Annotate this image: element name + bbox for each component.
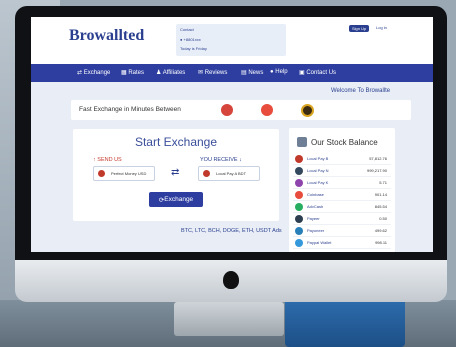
contact-line: Contact xyxy=(180,27,194,32)
crypto-ticker: BTC, LTC, BCH, DOGE, ETH, USDT Ads xyxy=(181,228,282,234)
stock-title: Our Stock Balance xyxy=(311,138,378,147)
signup-button[interactable]: Sign Up xyxy=(349,25,370,32)
nav-label: Rates xyxy=(128,70,145,76)
banner-text: Fast Exchange in Minutes Between xyxy=(79,106,181,113)
payment-icon xyxy=(295,239,303,247)
stock-balance-panel: Our Stock Balance Local Pay B 57,812.76 … xyxy=(289,128,395,252)
nav-label: Reviews xyxy=(204,70,228,76)
send-label: ↑ SEND US xyxy=(93,157,122,163)
nav-help[interactable]: ● Help xyxy=(270,69,288,75)
monitor-stand xyxy=(174,302,284,336)
stock-row: Paypal Wallet 998.11 xyxy=(293,238,391,249)
exchange-title: Start Exchange xyxy=(134,135,218,149)
exchange-card: Start Exchange ↑ SEND US YOU RECEIVE ↓ P… xyxy=(73,129,279,221)
receive-currency-select[interactable]: Local Pay A BDT xyxy=(198,166,260,181)
stock-row: Coinbase 901.14 xyxy=(293,190,391,201)
nav-label: Contact Us xyxy=(306,70,337,76)
currency-icon xyxy=(203,170,210,177)
contact-info-box: Contact ● +8801xxx Today is Friday xyxy=(176,24,286,56)
receive-currency-value: Local Pay A BDT xyxy=(216,171,247,176)
stock-value: 499.62 xyxy=(374,228,387,233)
send-currency-value: Perfect Money USD xyxy=(111,171,147,176)
payment-icon xyxy=(295,203,303,211)
stock-row: Payoneer 499.62 xyxy=(293,226,391,237)
payment-icon xyxy=(295,227,303,235)
send-currency-select[interactable]: Perfect Money USD xyxy=(93,166,155,181)
stock-name: Coinbase xyxy=(307,192,324,197)
swap-icon[interactable]: ⇄ xyxy=(171,167,179,178)
stock-name: Local Pay K xyxy=(307,180,329,185)
nav-label: Affiliates xyxy=(162,70,186,76)
payment-icon xyxy=(295,215,303,223)
stock-row: Payeer 0.50 xyxy=(293,214,391,225)
nav-label: News xyxy=(248,70,264,76)
nav-label: Exchange xyxy=(83,70,111,76)
nav-news[interactable]: ▤ News xyxy=(241,69,263,76)
stock-icon xyxy=(297,137,307,147)
stock-value: 901.14 xyxy=(374,192,387,197)
stock-value: 845.54 xyxy=(374,204,387,209)
site-logo[interactable]: Browallted xyxy=(69,27,144,45)
stock-row: AdvCash 845.54 xyxy=(293,202,391,213)
stock-name: AdvCash xyxy=(307,204,324,209)
login-link[interactable]: Log in xyxy=(376,25,387,30)
stock-row: Local Pay K 5.71 xyxy=(293,178,391,189)
nav-affiliates[interactable]: ♟ Affiliates xyxy=(156,69,185,76)
send-label-text: SEND US xyxy=(97,157,122,163)
nav-exchange[interactable]: ⇄ Exchange xyxy=(77,69,110,76)
stock-name: Local Pay N xyxy=(307,168,329,173)
fast-exchange-banner: Fast Exchange in Minutes Between xyxy=(71,100,411,120)
nav-reviews[interactable]: ✉ Reviews xyxy=(198,69,227,76)
stock-row: Local Pay N 999,217.90 xyxy=(293,166,391,177)
welcome-marquee: Welcome To Browallte xyxy=(331,88,391,94)
website-screen: Browallted Contact ● +8801xxx Today is F… xyxy=(31,17,433,252)
stock-row: Local Pay B 57,812.76 xyxy=(293,154,391,165)
contact-line: Today is Friday xyxy=(180,46,207,51)
stock-name: Payeer xyxy=(307,216,320,221)
exchange-button[interactable]: ⟳ Exchange xyxy=(149,192,203,207)
nav-contact[interactable]: ▣ Contact Us xyxy=(299,69,336,76)
main-nav: ⇄ Exchange ▦ Rates ♟ Affiliates ✉ Review… xyxy=(31,64,433,82)
payment-icon xyxy=(295,167,303,175)
stock-name: Payoneer xyxy=(307,228,325,233)
site-header: Browallted Contact ● +8801xxx Today is F… xyxy=(31,17,433,64)
coin-icon xyxy=(261,104,273,116)
stock-value: 0.50 xyxy=(379,216,387,221)
stock-value: 999,217.90 xyxy=(366,168,387,173)
currency-icon xyxy=(98,170,105,177)
receive-label: YOU RECEIVE ↓ xyxy=(200,157,242,163)
background-object xyxy=(285,296,405,347)
nav-label: Help xyxy=(275,69,288,75)
nav-rates[interactable]: ▦ Rates xyxy=(121,69,144,76)
exchange-button-label: Exchange xyxy=(164,196,194,203)
stock-value: 5.71 xyxy=(379,180,387,185)
stock-name: Paypal Wallet xyxy=(307,240,332,245)
coin-icon xyxy=(301,104,314,117)
contact-line: ● +8801xxx xyxy=(180,37,201,42)
stock-value: 57,812.76 xyxy=(369,156,387,161)
coin-icon xyxy=(221,104,233,116)
apple-logo-icon xyxy=(223,271,239,289)
receive-label-text: YOU RECEIVE xyxy=(200,157,238,163)
payment-icon xyxy=(295,191,303,199)
payment-icon xyxy=(295,179,303,187)
payment-icon xyxy=(295,155,303,163)
stock-name: Local Pay B xyxy=(307,156,329,161)
stock-value: 998.11 xyxy=(375,240,387,245)
